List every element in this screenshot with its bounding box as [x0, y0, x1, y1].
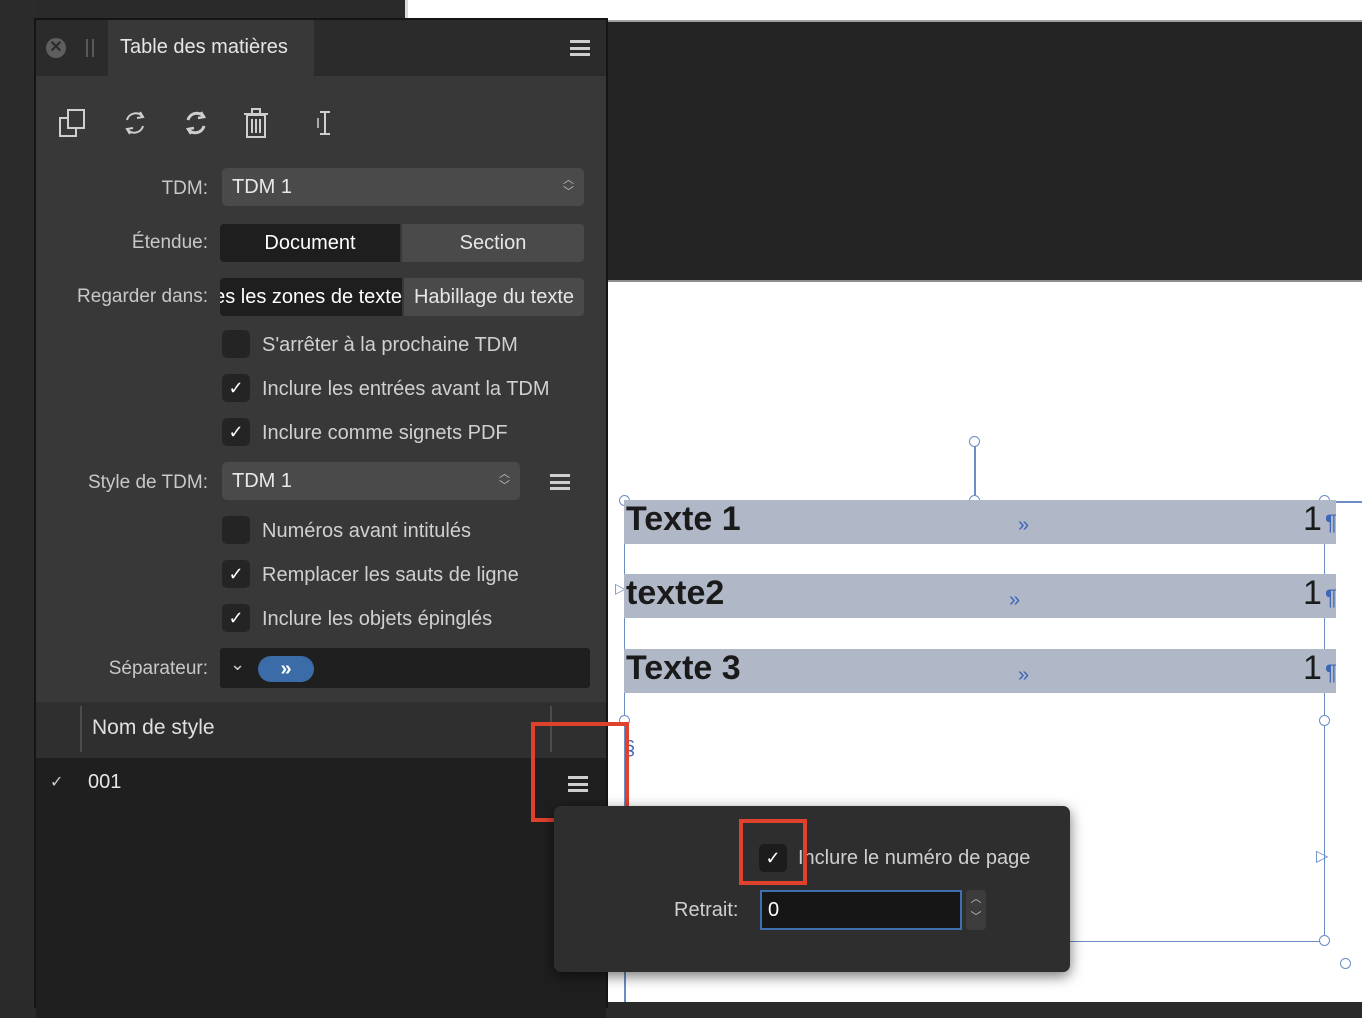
tdm-label: TDM:: [161, 178, 208, 199]
numbers-before-checkbox[interactable]: [222, 516, 250, 544]
toc-entry-separator: »: [1009, 589, 1021, 611]
grip-icon[interactable]: [86, 39, 94, 57]
retrait-stepper[interactable]: ︿ ﹀: [966, 890, 986, 930]
include-before-label: Inclure les entrées avant la TDM: [262, 378, 550, 400]
panel-title: Table des matières: [120, 36, 288, 58]
pilcrow-mark: ¶: [1325, 660, 1337, 685]
chevron-updown-icon: ︿ ﹀: [499, 468, 510, 492]
close-icon[interactable]: ✕: [46, 38, 66, 58]
toc-entry-separator: »: [1018, 664, 1030, 686]
checkmark-icon: ✓: [228, 564, 244, 584]
style-name-column-header[interactable]: Nom de style: [92, 716, 215, 740]
pilcrow-mark: ¶: [1325, 585, 1337, 610]
regarder-label: Regarder dans:: [77, 286, 208, 307]
style-tdm-menu-icon[interactable]: [550, 474, 570, 490]
toc-entry-page: 1: [1303, 500, 1322, 538]
replace-linebreaks-checkbox[interactable]: ✓: [222, 560, 250, 588]
replace-linebreaks-label: Remplacer les sauts de ligne: [262, 564, 519, 586]
style-tdm-select[interactable]: TDM 1 ︿ ﹀: [222, 462, 520, 500]
list-item[interactable]: 001: [88, 771, 121, 794]
include-page-number-label: Inclure le numéro de page: [798, 847, 1031, 869]
column-divider: [80, 706, 82, 752]
checkmark-icon: ✓: [228, 378, 244, 398]
chevron-down-icon[interactable]: ⌄: [230, 654, 245, 675]
rotation-handle[interactable]: [969, 436, 980, 447]
retrait-label: Retrait:: [674, 899, 739, 921]
toc-entry-text: Texte 1: [626, 500, 741, 538]
rotation-stem: [974, 446, 976, 500]
toc-entry-text: Texte 3: [626, 649, 741, 687]
trash-icon[interactable]: [239, 106, 273, 140]
toc-panel: ✕ Table des matières TDM: TDM 1 ︿ ﹀ Étend…: [34, 18, 608, 1018]
regarder-wrap-button[interactable]: Habillage du texte: [404, 278, 584, 316]
pilcrow-mark: ¶: [1325, 510, 1337, 535]
checkmark-icon: ✓: [228, 608, 244, 628]
pinned-objects-checkbox[interactable]: ✓: [222, 604, 250, 632]
style-tdm-select-value: TDM 1: [232, 470, 292, 492]
separator-token[interactable]: »: [258, 656, 314, 682]
text-cursor-icon[interactable]: [308, 106, 342, 140]
regarder-all-text-button[interactable]: ıtes les zones de texte: [220, 278, 402, 316]
refresh-icon[interactable]: [118, 106, 152, 140]
canvas-top-edge: [405, 0, 1362, 20]
style-list: [36, 758, 606, 1018]
frame-resize-handle[interactable]: [1340, 958, 1351, 969]
chevron-updown-icon: ︿ ﹀: [563, 174, 574, 198]
annotation-highlight-box: [739, 819, 807, 885]
update-icon[interactable]: [179, 106, 213, 140]
separator-label: Séparateur:: [108, 658, 208, 679]
toc-entry-text: texte2: [626, 574, 725, 612]
row-options-popover: ✓ Inclure le numéro de page Retrait: 0 ︿…: [554, 806, 1070, 972]
pdf-bookmarks-label: Inclure comme signets PDF: [262, 422, 508, 444]
pasteboard-area: [606, 20, 1362, 282]
regarder-all-text-label: ıtes les zones de texte: [220, 286, 402, 308]
pdf-bookmarks-checkbox[interactable]: ✓: [222, 418, 250, 446]
include-before-checkbox[interactable]: ✓: [222, 374, 250, 402]
row-checkmark-icon[interactable]: ✓: [50, 772, 63, 792]
pinned-objects-label: Inclure les objets épinglés: [262, 608, 493, 630]
stop-next-toc-label: S'arrêter à la prochaine TDM: [262, 334, 518, 356]
text-flow-out-icon[interactable]: ▷: [1316, 846, 1328, 866]
stop-next-toc-checkbox[interactable]: [222, 330, 250, 358]
numbers-before-label: Numéros avant intitulés: [262, 520, 471, 542]
left-sidebar-strip: [0, 0, 36, 1002]
toc-entry-page: 1: [1303, 649, 1322, 687]
toc-entry-separator: »: [1018, 514, 1030, 536]
tdm-select-value: TDM 1: [232, 176, 292, 198]
etendue-label: Étendue:: [131, 232, 208, 253]
style-tdm-label: Style de TDM:: [87, 472, 208, 493]
toc-entry[interactable]: [624, 574, 1336, 618]
toc-entry-page: 1: [1303, 574, 1322, 612]
retrait-input[interactable]: 0: [760, 890, 962, 930]
duplicate-icon[interactable]: [56, 106, 90, 140]
checkmark-icon: ✓: [228, 422, 244, 442]
frame-handle-middle-right[interactable]: [1319, 715, 1330, 726]
frame-handle-bottom-right[interactable]: [1319, 935, 1330, 946]
etendue-section-button[interactable]: Section: [402, 224, 584, 262]
tdm-select[interactable]: TDM 1 ︿ ﹀: [222, 168, 584, 206]
etendue-document-button[interactable]: Document: [220, 224, 400, 262]
panel-menu-icon[interactable]: [570, 40, 590, 56]
